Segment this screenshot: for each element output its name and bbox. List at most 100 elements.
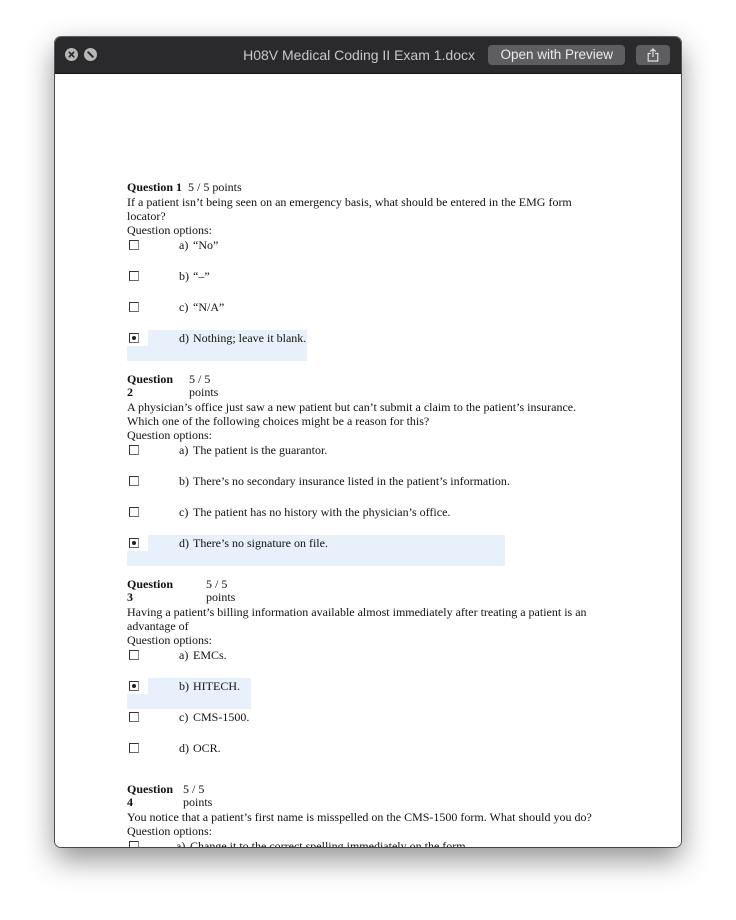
radio-unselected-icon[interactable] [129,649,139,660]
option-text: The patient is the guarantor. [193,442,328,457]
answer-option[interactable]: d) OCR. [127,740,597,771]
share-button[interactable] [636,45,670,65]
option-text: CMS-1500. [193,709,250,724]
question-options-label: Question options: [127,222,213,237]
answer-option[interactable]: b) HITECH. [127,677,251,709]
question-label: Question 3 [127,577,173,605]
fullscreen-icon [87,51,94,58]
option-letter: d) [179,535,189,550]
radio-unselected-icon[interactable] [129,711,139,722]
share-icon [647,48,659,62]
question-label: Question 2 [127,371,174,400]
document-content: Question 15 / 5 points If a patient isn’t… [127,180,597,848]
title-bar: H08V Medical Coding II Exam 1.docx Open … [55,37,681,74]
radio-unselected-icon[interactable] [129,475,139,486]
option-letter: a) [179,647,189,662]
question-text: A physician’s office just saw a new pati… [127,399,577,428]
question-label-line2: 4 [127,795,133,809]
fullscreen-button[interactable] [84,48,97,61]
question-label: Question 4 [127,781,174,810]
option-text: HITECH. [193,678,240,693]
question-header: Question 4 5 / 5 points [127,781,597,810]
radio-unselected-icon[interactable] [129,444,139,455]
option-letter: a) [176,838,186,848]
radio-unselected-icon[interactable] [129,506,139,517]
question-label-line2: 2 [127,385,133,399]
option-letter: a) [179,442,189,457]
option-letter: a) [179,237,189,252]
radio-unselected-icon[interactable] [129,239,139,250]
question-label-line1: Question [127,371,174,386]
document-view: Question 15 / 5 points If a patient isn’t… [55,74,681,847]
question-options-label: Question options: [127,427,213,442]
radio-selected-icon[interactable] [129,680,139,691]
question-label: Question 1 [127,180,183,194]
question-options-label: Question options: [127,823,213,838]
question-2: Question 2 5 / 5 points A physician’s office… [127,371,597,566]
question-score-line1: 5 / 5 [206,576,228,591]
question-score: 5 / 5 points [189,371,219,400]
answer-option[interactable]: d) Nothing; leave it blank. [127,329,307,361]
question-label-line1: Question [127,781,174,796]
option-text: Nothing; leave it blank. [193,330,307,345]
question-text: Having a patient’s billing information a… [127,604,587,633]
answer-option[interactable]: b) There’s no secondary insurance listed … [127,473,597,504]
close-icon [68,51,75,58]
question-score: 5 / 5 points [206,576,236,605]
radio-unselected-icon[interactable] [129,840,139,847]
answer-option[interactable]: c) CMS-1500. [127,709,597,740]
option-letter: c) [179,299,189,314]
option-text: There’s no signature on file. [193,535,328,550]
open-with-preview-button[interactable]: Open with Preview [488,45,625,65]
radio-unselected-icon[interactable] [129,270,139,281]
radio-selected-icon[interactable] [129,537,139,548]
radio-dot [132,540,136,545]
answer-option[interactable]: d) There’s no signature on file. [127,534,505,566]
question-score-line2: points [183,795,213,809]
question-text: You notice that a patient’s first name i… [127,809,592,824]
question-options-label: Question options: [127,632,213,647]
radio-dot [132,335,136,340]
radio-unselected-icon[interactable] [129,301,139,312]
option-text: “–” [193,268,210,283]
answer-option[interactable]: a) EMCs. [127,647,597,678]
radio-dot [132,683,136,688]
option-letter: b) [179,268,189,283]
question-score: 5 / 5 points [188,180,242,194]
option-text: The patient has no history with the phys… [193,504,451,519]
answer-option[interactable]: c) The patient has no history with the ph… [127,504,597,535]
option-letter: b) [179,473,189,488]
quicklook-window: H08V Medical Coding II Exam 1.docx Open … [55,37,681,847]
question-1: Question 1 5 / 5 points If a patient isn’t… [127,180,597,361]
question-score: 5 / 5 points [183,781,213,810]
question-score-line2: points [206,590,236,604]
answer-option[interactable]: a) Change it to the correct spelling imme… [127,838,597,848]
answer-option[interactable]: a) The patient is the guarantor. [127,442,597,473]
radio-unselected-icon[interactable] [129,742,139,753]
option-letter: d) [179,330,189,345]
option-text: Change it to the correct spelling immedi… [190,838,469,848]
option-text: “N/A” [193,299,225,314]
option-text: “No” [193,237,219,252]
answer-option[interactable]: a) “No” [127,237,597,268]
question-header: Question 3 5 / 5 points [127,576,597,605]
window-title: H08V Medical Coding II Exam 1.docx [243,47,475,63]
radio-selected-icon[interactable] [129,332,139,343]
option-text: There’s no secondary insurance listed in… [193,473,510,488]
question-header: Question 1 5 / 5 points [127,180,597,195]
answer-option[interactable]: c) “N/A” [127,299,597,330]
close-button[interactable] [65,48,78,61]
question-score-line1: 5 / 5 [189,371,211,386]
option-letter: c) [179,709,189,724]
question-score-line2: points [189,385,219,399]
question-4: Question 4 5 / 5 points You notice that a pa… [127,781,597,848]
option-text: OCR. [193,740,221,755]
option-letter: c) [179,504,189,519]
question-score-line1: 5 / 5 [183,781,205,796]
option-letter: b) [179,678,189,693]
answer-option[interactable]: b) “–” [127,268,597,299]
question-text: If a patient isn’t being seen on an emer… [127,194,572,223]
question-3: Question 3 5 / 5 points Having a patient’s b… [127,576,597,771]
option-letter: d) [179,740,189,755]
question-label-line2: 3 [127,590,133,604]
